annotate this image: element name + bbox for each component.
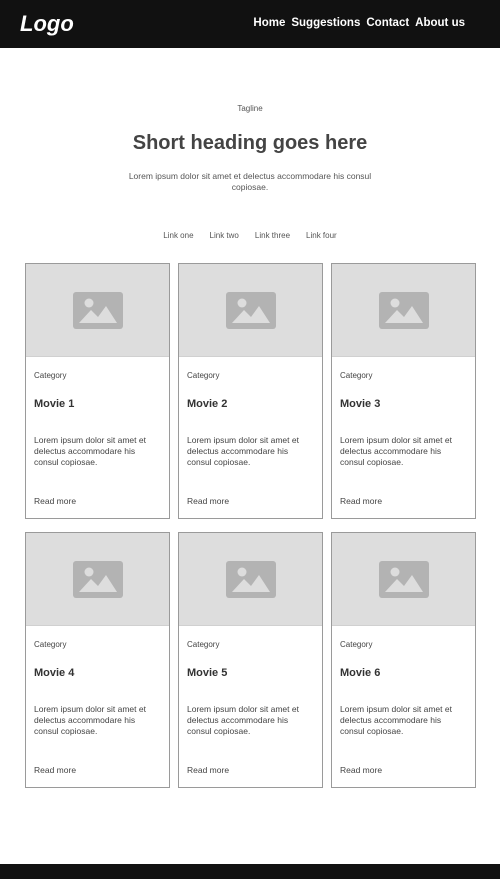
image-placeholder-icon [72,560,123,598]
card-description: Lorem ipsum dolor sit amet et delectus a… [340,435,452,467]
card-description: Lorem ipsum dolor sit amet et delectus a… [340,704,452,736]
top-navbar: Logo Home Suggestions Contact About us [0,0,500,48]
read-more-link[interactable]: Read more [34,496,76,506]
card-description: Lorem ipsum dolor sit amet et delectus a… [34,435,146,467]
tagline: Tagline [237,104,263,113]
read-more-link[interactable]: Read more [34,765,76,775]
nav-home[interactable]: Home [253,16,285,30]
image-placeholder-icon [378,291,429,329]
movie-card[interactable]: Category Movie 3 Lorem ipsum dolor sit a… [331,263,476,519]
card-title: Movie 2 [187,398,228,410]
movie-card[interactable]: Category Movie 6 Lorem ipsum dolor sit a… [331,532,476,788]
image-placeholder-icon [378,560,429,598]
card-category: Category [187,371,220,380]
read-more-link[interactable]: Read more [340,496,382,506]
card-image [26,264,169,357]
read-more-link[interactable]: Read more [340,765,382,775]
movie-card[interactable]: Category Movie 2 Lorem ipsum dolor sit a… [178,263,323,519]
movie-card[interactable]: Category Movie 1 Lorem ipsum dolor sit a… [25,263,170,519]
card-title: Movie 3 [340,398,381,410]
nav-contact[interactable]: Contact [366,16,409,30]
movie-card-grid: Category Movie 1 Lorem ipsum dolor sit a… [25,263,476,788]
card-image [179,533,322,626]
footer-bar [0,864,500,879]
card-category: Category [340,371,373,380]
card-image [332,264,475,357]
link-one[interactable]: Link one [163,231,193,241]
card-image [179,264,322,357]
main-nav: Home Suggestions Contact About us [253,16,465,30]
card-description: Lorem ipsum dolor sit amet et delectus a… [187,435,299,467]
card-description: Lorem ipsum dolor sit amet et delectus a… [34,704,146,736]
image-placeholder-icon [225,291,276,329]
movie-card[interactable]: Category Movie 4 Lorem ipsum dolor sit a… [25,532,170,788]
nav-suggestions[interactable]: Suggestions [291,16,360,30]
read-more-link[interactable]: Read more [187,765,229,775]
card-category: Category [187,640,220,649]
image-placeholder-icon [72,291,123,329]
logo[interactable]: Logo [20,11,74,37]
card-title: Movie 6 [340,667,381,679]
card-description: Lorem ipsum dolor sit amet et delectus a… [187,704,299,736]
card-category: Category [340,640,373,649]
nav-about-us[interactable]: About us [415,16,465,30]
read-more-link[interactable]: Read more [187,496,229,506]
filter-links: Link one Link two Link three Link four [0,231,500,241]
hero-section: Tagline Short heading goes here Lorem ip… [0,104,500,193]
image-placeholder-icon [225,560,276,598]
movie-card[interactable]: Category Movie 5 Lorem ipsum dolor sit a… [178,532,323,788]
card-category: Category [34,640,67,649]
link-three[interactable]: Link three [255,231,290,241]
card-image [26,533,169,626]
card-image [332,533,475,626]
page-heading: Short heading goes here [132,132,368,154]
card-title: Movie 5 [187,667,228,679]
intro-text: Lorem ipsum dolor sit amet et delectus a… [128,171,372,192]
link-four[interactable]: Link four [306,231,337,241]
link-two[interactable]: Link two [210,231,239,241]
card-category: Category [34,371,67,380]
card-title: Movie 1 [34,398,75,410]
card-title: Movie 4 [34,667,75,679]
